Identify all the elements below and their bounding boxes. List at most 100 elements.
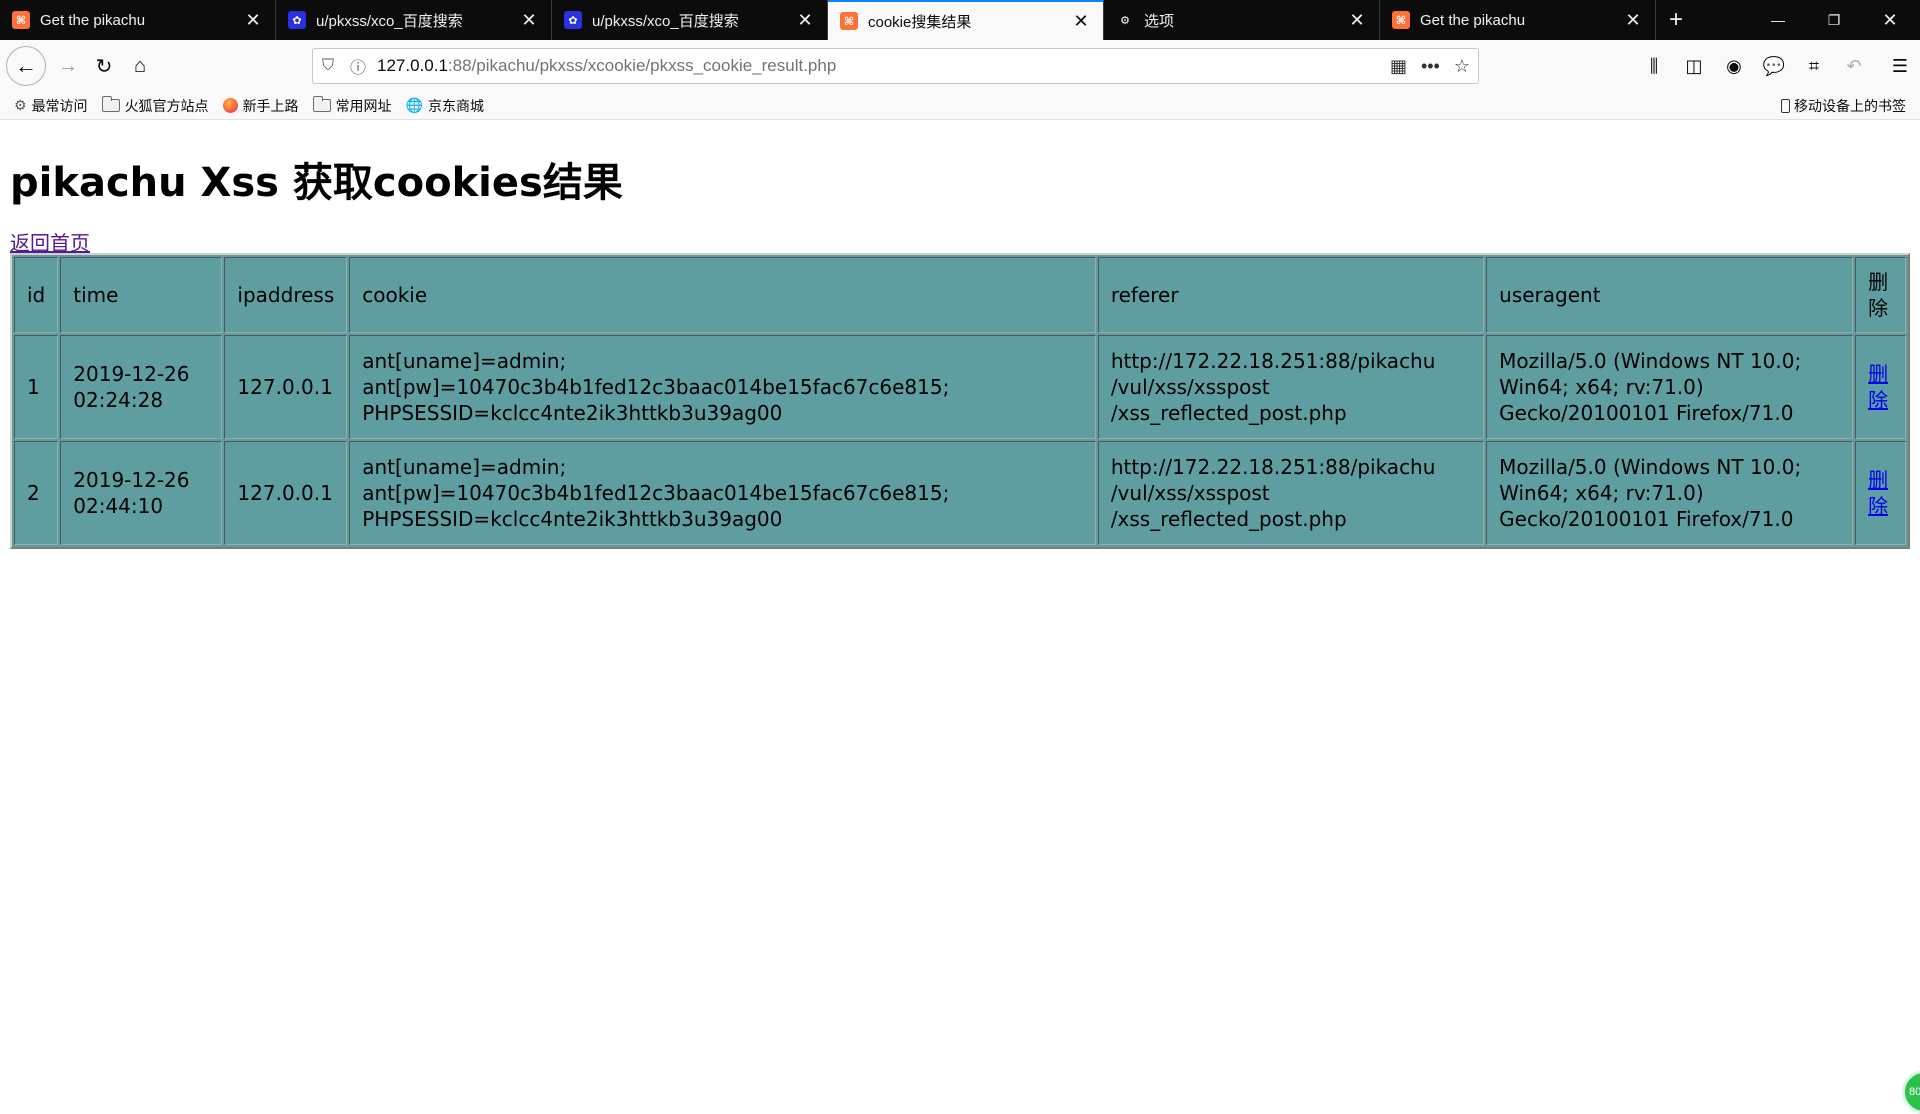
close-icon[interactable]: ✕ [1345,8,1369,32]
forward-button[interactable]: → [50,48,86,84]
baidu-paw-icon: ✿ [564,11,582,29]
header-ipaddress: ipaddress [224,257,348,333]
cell-time: 2019-12-26 02:24:28 [60,335,223,439]
tab-cookie-results[interactable]: ⌘ cookie搜集结果 ✕ [828,0,1104,40]
floating-speed-badge[interactable]: 80 [1902,1070,1920,1114]
tab-title: u/pkxss/xco_百度搜索 [316,12,463,30]
bookmark-label: 最常访问 [31,97,88,114]
toolbar-right: ⫼ ◫ ◉ 💬 ⌗ ↶ ☰ [1634,48,1920,84]
header-time: time [60,257,223,333]
url-text[interactable]: 127.0.0.1:88/pikachu/pkxss/xcookie/pkxss… [377,56,836,76]
bookmark-label: 常用网址 [335,97,392,114]
back-button[interactable]: ← [6,46,46,86]
table-header-row: id time ipaddress cookie referer userage… [14,257,1906,333]
tab-options[interactable]: ⚙ 选项 ✕ [1104,0,1380,40]
header-referer: referer [1097,257,1485,333]
gear-icon: ⚙ [1120,14,1130,27]
reload-button[interactable]: ↻ [86,48,122,84]
home-icon: ⌂ [133,54,147,77]
pikachu-favicon-icon: ⌘ [1392,11,1410,29]
cell-delete: 删 除 [1855,441,1906,545]
bookmark-star-icon[interactable]: ☆ [1454,56,1470,77]
close-icon[interactable]: ✕ [793,8,817,32]
minimize-icon[interactable]: — [1750,0,1806,40]
arrow-right-icon: → [58,54,78,77]
bookmark-label: 新手上路 [242,97,299,114]
mobile-bookmarks-label: 移动设备上的书签 [1794,97,1906,114]
cookie-results-table: id time ipaddress cookie referer userage… [10,253,1910,549]
close-icon[interactable]: ✕ [517,8,541,32]
bookmark-jd[interactable]: 🌐 京东商城 [406,96,484,116]
bookmark-getting-started[interactable]: 新手上路 [222,96,299,116]
table-row: 1 2019-12-26 02:24:28 127.0.0.1 ant[unam… [14,335,1906,439]
tab-get-the-pikachu[interactable]: ⌘ Get the pikachu ✕ [0,0,276,40]
shield-icon[interactable]: ⛉ [313,57,343,75]
tab-title: u/pkxss/xco_百度搜索 [592,12,739,30]
header-id: id [14,257,59,333]
home-button[interactable]: ⌂ [122,48,158,84]
page-title: pikachu Xss 获取cookies结果 [10,160,623,206]
firefox-icon [222,98,238,113]
cell-referer: http://172.22.18.251:88/pikachu /vul/xss… [1097,335,1485,439]
table-row: 2 2019-12-26 02:44:10 127.0.0.1 ant[unam… [14,441,1906,545]
page-content: pikachu Xss 获取cookies结果 返回首页 id time ipa… [0,120,1920,1114]
close-icon[interactable]: ✕ [1069,9,1093,33]
bookmark-common-sites[interactable]: 常用网址 [312,96,392,116]
header-cookie: cookie [349,257,1096,333]
cell-id: 2 [14,441,59,545]
cell-delete: 删 除 [1855,335,1906,439]
globe-icon: 🌐 [405,97,423,113]
tab-title: 选项 [1144,12,1175,30]
reload-icon: ↻ [95,55,113,78]
cell-ipaddress: 127.0.0.1 [224,441,348,545]
baidu-paw-icon: ✿ [288,11,306,29]
sidebar-icon[interactable]: ◫ [1674,48,1714,84]
restore-icon[interactable]: ❐ [1806,0,1862,40]
tab-baidu-search-1[interactable]: ✿ u/pkxss/xco_百度搜索 ✕ [276,0,552,40]
delete-link[interactable]: 删 除 [1868,362,1888,412]
cell-time: 2019-12-26 02:44:10 [60,441,223,545]
close-icon[interactable]: ✕ [241,8,265,32]
cell-cookie: ant[uname]=admin; ant[pw]=10470c3b4b1fed… [349,441,1096,545]
cell-id: 1 [14,335,59,439]
more-actions-icon[interactable]: ••• [1421,56,1440,77]
bookmark-most-visited[interactable]: ⚙ 最常访问 [14,96,88,116]
account-icon[interactable]: ◉ [1714,48,1754,84]
cell-cookie: ant[uname]=admin; ant[pw]=10470c3b4b1fed… [349,335,1096,439]
navigation-bar: ← → ↻ ⌂ ⛉ ⓘ 127.0.0.1:88/pikachu/pkxss/x… [0,40,1920,92]
pikachu-favicon-icon: ⌘ [12,11,30,29]
new-tab-button[interactable]: + [1656,0,1696,40]
url-path: :88/pikachu/pkxss/xcookie/pkxss_cookie_r… [447,56,837,75]
tab-get-the-pikachu-2[interactable]: ⌘ Get the pikachu ✕ [1380,0,1656,40]
tab-strip: ⌘ Get the pikachu ✕ ✿ u/pkxss/xco_百度搜索 ✕… [0,0,1920,40]
bookmark-firefox-official[interactable]: 火狐官方站点 [101,96,209,116]
url-host: 127.0.0.1 [377,56,448,75]
cell-ipaddress: 127.0.0.1 [224,335,348,439]
bookmark-label: 京东商城 [428,97,484,114]
folder-icon [312,96,331,112]
mobile-bookmarks[interactable]: 移动设备上的书签 [1781,96,1906,116]
tab-title: Get the pikachu [40,11,146,29]
menu-icon[interactable]: ☰ [1880,48,1920,84]
cell-useragent: Mozilla/5.0 (Windows NT 10.0; Win64; x64… [1486,335,1854,439]
url-actions: ▦ ••• ☆ [1390,49,1470,83]
folder-icon [101,96,120,112]
close-icon[interactable]: ✕ [1621,8,1645,32]
tab-baidu-search-2[interactable]: ✿ u/pkxss/xco_百度搜索 ✕ [552,0,828,40]
library-icon[interactable]: ⫼ [1634,48,1674,84]
screenshot-icon[interactable]: ⌗ [1794,48,1834,84]
url-bar[interactable]: ⛉ ⓘ 127.0.0.1:88/pikachu/pkxss/xcookie/p… [312,48,1479,84]
window-close-icon[interactable]: ✕ [1862,0,1918,40]
qr-code-icon[interactable]: ▦ [1390,56,1407,77]
back-home-link[interactable]: 返回首页 [10,227,90,256]
bookmark-label: 火狐官方站点 [124,97,209,114]
undo-icon[interactable]: ↶ [1834,48,1874,84]
chat-icon[interactable]: 💬 [1754,48,1794,84]
header-delete: 删 除 [1855,257,1906,333]
delete-link[interactable]: 删 除 [1868,468,1888,518]
gear-icon: ⚙ [14,97,27,113]
info-icon[interactable]: ⓘ [343,54,373,78]
phone-icon [1781,98,1790,113]
pikachu-favicon-icon: ⌘ [840,12,858,30]
tab-title: Get the pikachu [1420,11,1526,29]
